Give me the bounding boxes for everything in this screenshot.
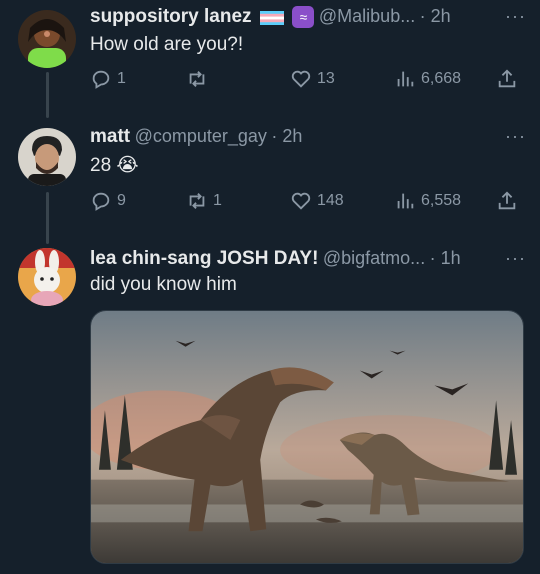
- dinosaur-illustration: [91, 311, 523, 563]
- tweet-media-image[interactable]: [90, 310, 524, 564]
- timestamp[interactable]: · 1h: [430, 248, 461, 268]
- tweet-text: did you know him: [90, 274, 237, 295]
- heart-icon: [291, 192, 311, 210]
- tweet-text: How old are you?!: [90, 34, 244, 55]
- tweet-actions: 9 1 148 6,558: [90, 190, 522, 214]
- crying-face-emoji: 😭: [116, 154, 139, 176]
- reply-button[interactable]: 9: [90, 190, 126, 212]
- display-name[interactable]: lea chin-sang JOSH DAY!: [90, 248, 318, 269]
- heart-icon: [291, 70, 311, 88]
- tweet-text-value: 28: [90, 155, 112, 176]
- retweet-icon: [189, 193, 205, 209]
- reply-button[interactable]: 1: [90, 68, 126, 90]
- share-icon: [498, 69, 516, 88]
- handle[interactable]: @computer_gay: [135, 126, 267, 146]
- tweet-header: matt @computer_gay · 2h: [90, 126, 530, 154]
- reply-icon: [92, 70, 110, 89]
- trans-flag-icon: [259, 10, 284, 25]
- tweet-header: lea chin-sang JOSH DAY! @bigfatmo... · 1…: [90, 248, 530, 276]
- share-button[interactable]: [496, 190, 518, 212]
- like-count: 148: [317, 192, 344, 209]
- display-name[interactable]: matt: [90, 126, 130, 147]
- timestamp[interactable]: · 2h: [271, 126, 302, 146]
- views-icon: [397, 193, 414, 209]
- like-button[interactable]: 148: [290, 190, 344, 212]
- avatar[interactable]: [18, 248, 76, 306]
- more-options-icon[interactable]: ···: [505, 6, 526, 27]
- views-button[interactable]: 6,558: [394, 190, 461, 212]
- retweet-count: 1: [213, 192, 222, 209]
- reply-count: 1: [117, 70, 126, 87]
- retweet-icon: [189, 71, 205, 87]
- timestamp[interactable]: · 2h: [420, 6, 451, 26]
- avatar[interactable]: [18, 128, 76, 186]
- tweet-suppository-lanez[interactable]: suppository lanez ≈ @Malibub... · 2h ···…: [0, 0, 540, 120]
- handle[interactable]: @Malibub...: [319, 6, 415, 26]
- tweet-text: 28 😭: [90, 154, 139, 177]
- retweet-button[interactable]: [186, 68, 213, 90]
- views-icon: [397, 71, 414, 87]
- views-button[interactable]: 6,668: [394, 68, 461, 90]
- aquarius-icon: ≈: [292, 5, 315, 28]
- view-count: 6,558: [421, 192, 462, 209]
- reply-icon: [92, 192, 110, 211]
- handle[interactable]: @bigfatmo...: [323, 248, 425, 268]
- share-icon: [498, 191, 516, 210]
- reply-count: 9: [117, 192, 126, 209]
- like-button[interactable]: 13: [290, 68, 335, 90]
- tweet-actions: 1 13 6,668: [90, 68, 522, 92]
- like-count: 13: [317, 70, 335, 87]
- display-name[interactable]: suppository lanez: [90, 6, 252, 27]
- view-count: 6,668: [421, 70, 462, 87]
- avatar[interactable]: [18, 10, 76, 68]
- share-button[interactable]: [496, 68, 518, 90]
- more-options-icon[interactable]: ···: [505, 126, 526, 147]
- tweet-header: suppository lanez ≈ @Malibub... · 2h: [90, 5, 530, 34]
- retweet-button[interactable]: 1: [186, 190, 222, 212]
- more-options-icon[interactable]: ···: [505, 248, 526, 269]
- tweet-matt[interactable]: matt @computer_gay · 2h ··· 28 😭 9 1 148…: [0, 120, 540, 244]
